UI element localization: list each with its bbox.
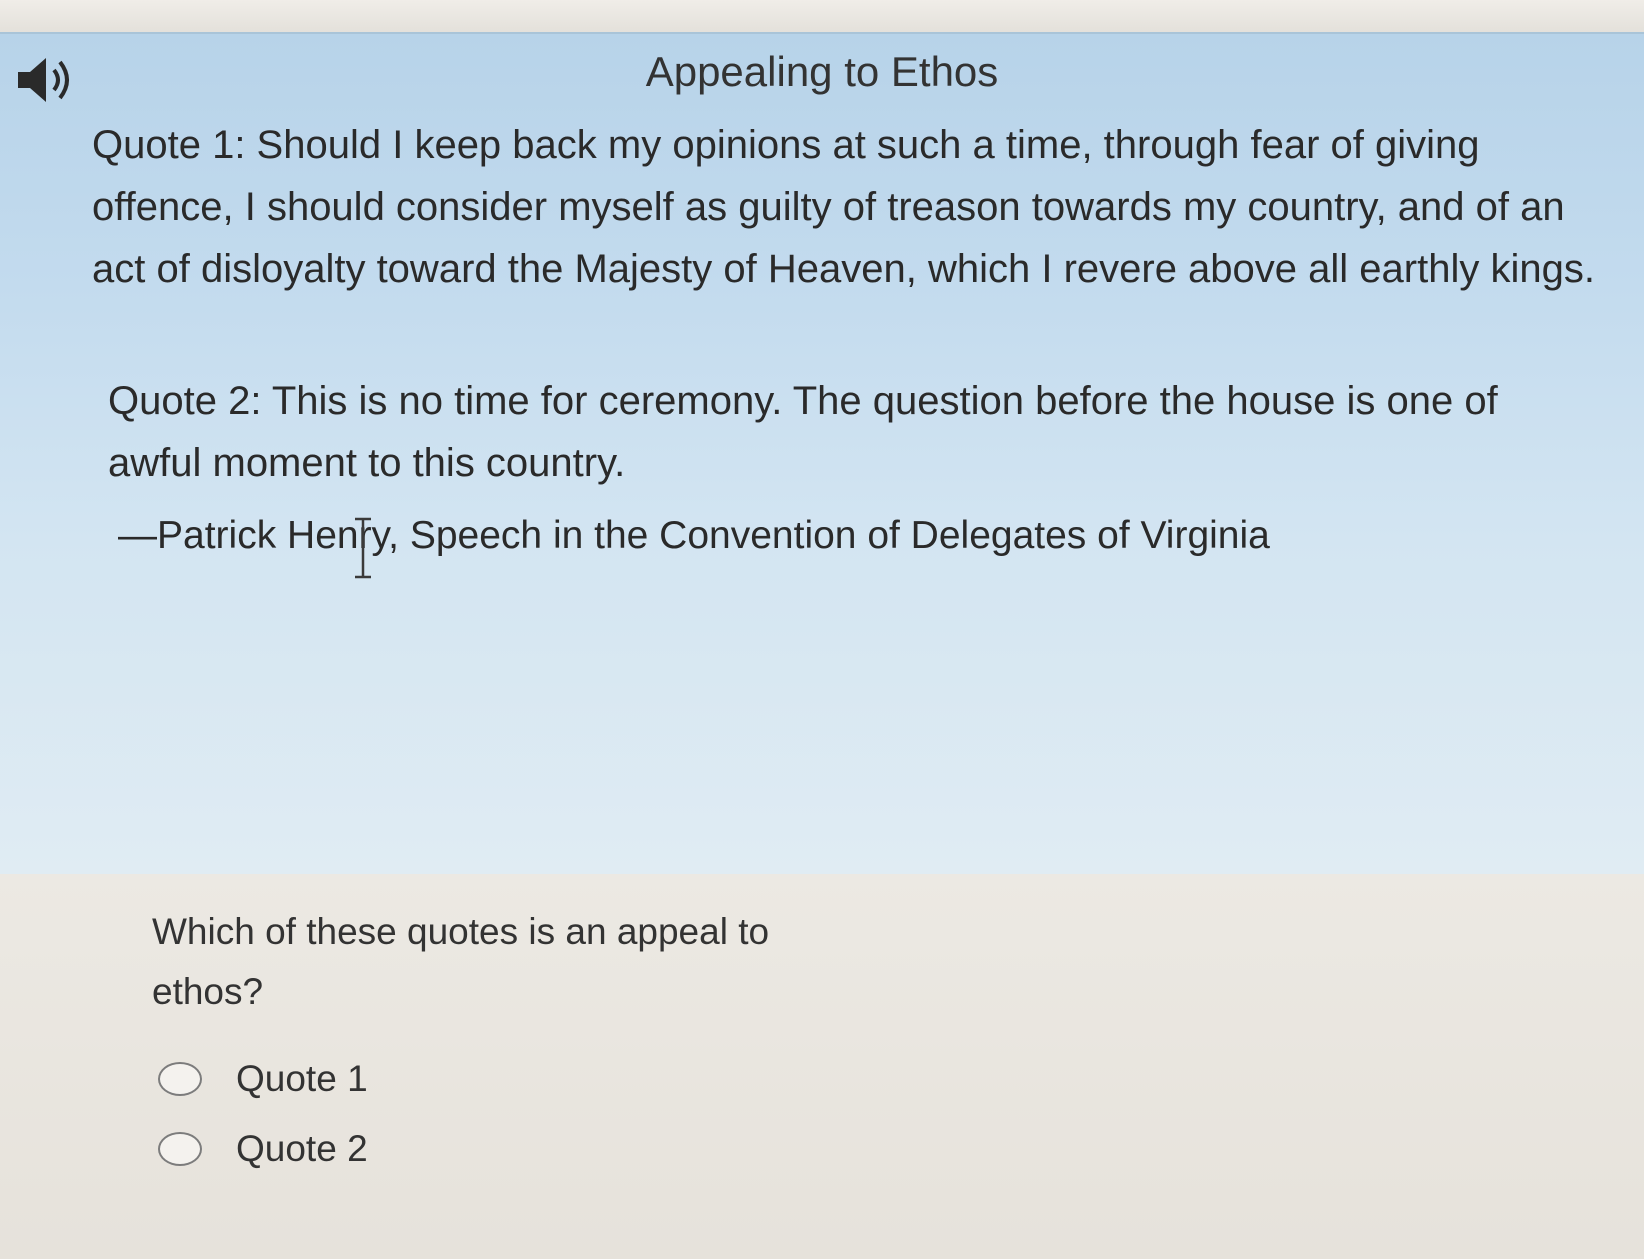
radio-button-quote-1[interactable] xyxy=(158,1062,202,1096)
quote-1-text: Quote 1: Should I keep back my opinions … xyxy=(92,123,1595,291)
radio-button-quote-2[interactable] xyxy=(158,1132,202,1166)
page-title: Appealing to Ethos xyxy=(645,48,999,95)
attribution: —Patrick Henry, Speech in the Convention… xyxy=(118,514,1270,557)
top-strip xyxy=(0,0,1644,34)
option-quote-1[interactable]: Quote 1 xyxy=(158,1054,368,1104)
text-cursor-icon xyxy=(352,516,374,580)
question-prompt: Which of these quotes is an appeal to et… xyxy=(152,911,770,1012)
option-label-quote-1: Quote 1 xyxy=(236,1058,368,1099)
option-quote-2[interactable]: Quote 2 xyxy=(158,1124,368,1174)
quote-2-text: Quote 2: This is no time for ceremony. T… xyxy=(108,379,1498,485)
option-label-quote-2: Quote 2 xyxy=(236,1128,368,1169)
